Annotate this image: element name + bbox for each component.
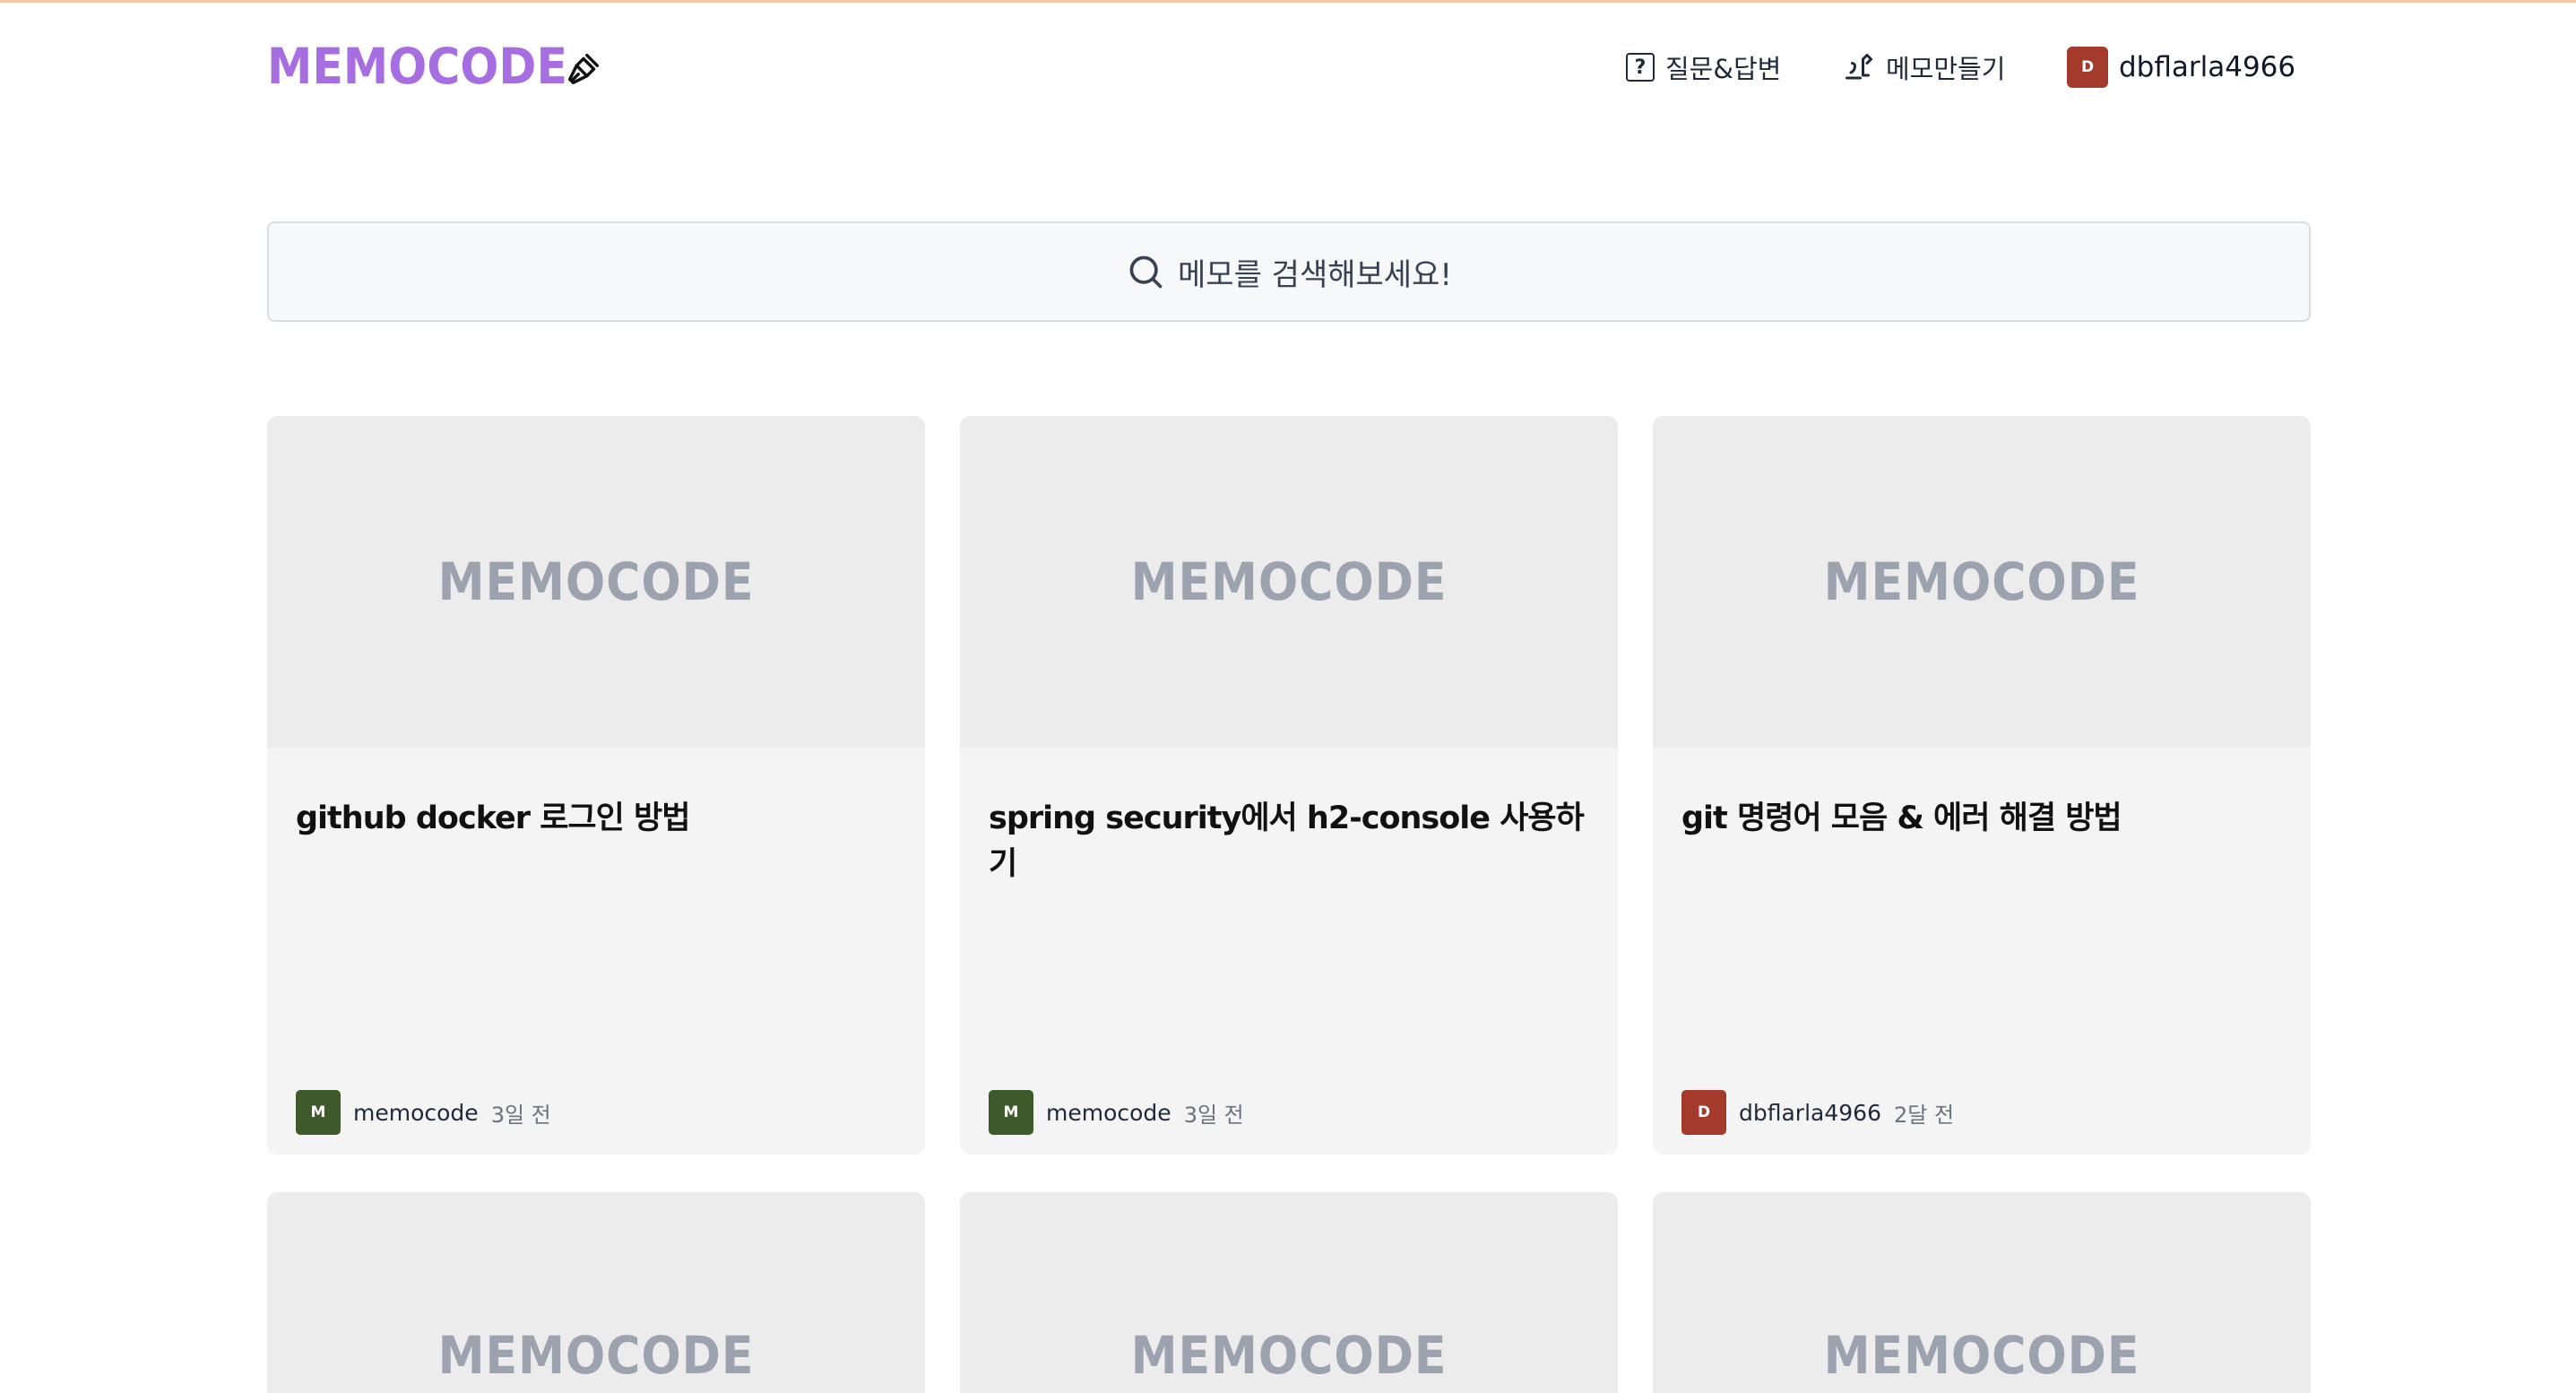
post-time: 3일 전: [490, 1102, 551, 1128]
post-time: 2달 전: [1893, 1102, 1955, 1128]
memo-card[interactable]: MEMOCODE github docker 로그인 방법 M memocode…: [267, 416, 925, 1155]
search-icon: [1129, 255, 1163, 289]
memo-card[interactable]: MEMOCODE: [1653, 1192, 2311, 1393]
card-thumbnail: MEMOCODE: [267, 416, 925, 748]
memo-card[interactable]: MEMOCODE spring security에서 h2-console 사용…: [960, 416, 1618, 1155]
avatar: D: [1681, 1090, 1726, 1135]
card-thumbnail: MEMOCODE: [267, 1192, 925, 1393]
user-menu[interactable]: D dbflarla4966: [2067, 47, 2295, 88]
nav-create-memo-link[interactable]: 메모만들기: [1843, 47, 2005, 88]
author-name[interactable]: dbflarla4966: [1739, 1100, 1881, 1126]
avatar: M: [989, 1090, 1033, 1135]
header: MEMOCODE ? 질문&답변 메모만들기 D dbflarla4966: [0, 0, 2576, 134]
card-thumbnail: MEMOCODE: [960, 1192, 1618, 1393]
thumbnail-text: MEMOCODE: [437, 551, 755, 612]
nav-qa-link[interactable]: ? 질문&답변: [1626, 47, 1781, 88]
avatar: M: [296, 1090, 341, 1135]
user-name: dbflarla4966: [2119, 51, 2296, 83]
thumbnail-text: MEMOCODE: [1130, 551, 1448, 612]
thumbnail-text: MEMOCODE: [437, 1325, 755, 1386]
author-name[interactable]: memocode: [353, 1100, 479, 1126]
brush-icon: [567, 53, 600, 85]
memo-card[interactable]: MEMOCODE: [267, 1192, 925, 1393]
card-title[interactable]: git 명령어 모음 & 에러 해결 방법: [1681, 792, 2289, 838]
thumbnail-text: MEMOCODE: [1130, 1325, 1448, 1386]
post-time: 3일 전: [1183, 1102, 1244, 1128]
thumbnail-text: MEMOCODE: [1823, 551, 2140, 612]
search-placeholder: 메모를 검색해보세요!: [1178, 256, 1452, 293]
card-title[interactable]: github docker 로그인 방법: [296, 792, 903, 838]
avatar: D: [2067, 47, 2108, 88]
search-bar[interactable]: 메모를 검색해보세요!: [267, 221, 2311, 322]
card-footer: D dbflarla4966 2달 전: [1681, 1090, 1954, 1135]
memo-card[interactable]: MEMOCODE git 명령어 모음 & 에러 해결 방법 D dbflarl…: [1653, 416, 2311, 1155]
thumbnail-text: MEMOCODE: [1823, 1325, 2140, 1386]
card-thumbnail: MEMOCODE: [1653, 416, 2311, 748]
pen-icon: [1846, 54, 1872, 80]
nav-create-memo-label: 메모만들기: [1886, 54, 2006, 84]
nav-qa-label: 질문&답변: [1665, 54, 1782, 84]
author-name[interactable]: memocode: [1046, 1100, 1171, 1126]
logo[interactable]: MEMOCODE: [267, 38, 567, 95]
question-icon: ?: [1626, 53, 1655, 82]
memo-card[interactable]: MEMOCODE: [960, 1192, 1618, 1393]
card-footer: M memocode 3일 전: [296, 1090, 551, 1135]
card-footer: M memocode 3일 전: [989, 1090, 1244, 1135]
card-thumbnail: MEMOCODE: [960, 416, 1618, 748]
card-thumbnail: MEMOCODE: [1653, 1192, 2311, 1393]
card-title[interactable]: spring security에서 h2-console 사용하기: [989, 792, 1596, 884]
